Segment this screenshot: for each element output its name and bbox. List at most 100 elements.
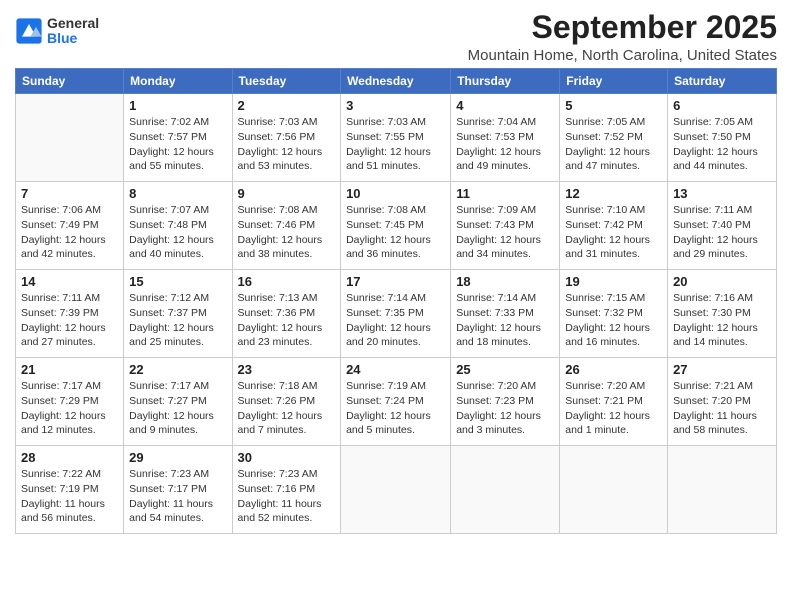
calendar-cell: 22 Sunrise: 7:17 AMSunset: 7:27 PMDayligh… [124,358,232,446]
calendar-cell: 12Sunrise: 7:10 AMSunset: 7:42 PMDayligh… [560,182,668,270]
day-info: Sunrise: 7:11 AMSunset: 7:40 PMDaylight:… [673,203,771,262]
calendar-cell: 23 Sunrise: 7:18 AMSunset: 7:26 PMDayligh… [232,358,341,446]
calendar-cell: 8 Sunrise: 7:07 AMSunset: 7:48 PMDaylight… [124,182,232,270]
calendar-cell: 1Sunrise: 7:02 AMSunset: 7:57 PMDaylight… [124,94,232,182]
calendar-cell: 13 Sunrise: 7:11 AMSunset: 7:40 PMDayligh… [668,182,777,270]
logo-blue-text: Blue [47,31,99,46]
calendar-week-row: 7 Sunrise: 7:06 AMSunset: 7:49 PMDaylight… [16,182,777,270]
calendar-cell [451,446,560,534]
weekday-header-tuesday: Tuesday [232,69,341,94]
day-info: Sunrise: 7:17 AMSunset: 7:29 PMDaylight:… [21,379,118,438]
day-info: Sunrise: 7:12 AMSunset: 7:37 PMDaylight:… [129,291,226,350]
calendar-cell: 14 Sunrise: 7:11 AMSunset: 7:39 PMDayligh… [16,270,124,358]
day-number: 18 [456,274,554,289]
day-info: Sunrise: 7:06 AMSunset: 7:49 PMDaylight:… [21,203,118,262]
day-info: Sunrise: 7:23 AMSunset: 7:17 PMDaylight:… [129,467,226,526]
day-info: Sunrise: 7:04 AMSunset: 7:53 PMDaylight:… [456,115,554,174]
calendar-cell: 7 Sunrise: 7:06 AMSunset: 7:49 PMDaylight… [16,182,124,270]
calendar-cell [560,446,668,534]
day-number: 9 [238,186,336,201]
calendar-cell: 29 Sunrise: 7:23 AMSunset: 7:17 PMDayligh… [124,446,232,534]
calendar-cell: 20 Sunrise: 7:16 AMSunset: 7:30 PMDayligh… [668,270,777,358]
day-info: Sunrise: 7:03 AMSunset: 7:56 PMDaylight:… [238,115,336,174]
weekday-header-monday: Monday [124,69,232,94]
day-number: 24 [346,362,445,377]
day-info: Sunrise: 7:15 AMSunset: 7:32 PMDaylight:… [565,291,662,350]
day-number: 2 [238,98,336,113]
day-info: Sunrise: 7:20 AMSunset: 7:23 PMDaylight:… [456,379,554,438]
calendar-cell: 15 Sunrise: 7:12 AMSunset: 7:37 PMDayligh… [124,270,232,358]
day-info: Sunrise: 7:17 AMSunset: 7:27 PMDaylight:… [129,379,226,438]
day-number: 14 [21,274,118,289]
weekday-header-saturday: Saturday [668,69,777,94]
calendar-cell [668,446,777,534]
day-number: 23 [238,362,336,377]
day-number: 19 [565,274,662,289]
day-info: Sunrise: 7:14 AMSunset: 7:33 PMDaylight:… [456,291,554,350]
calendar-cell: 30 Sunrise: 7:23 AMSunset: 7:16 PMDayligh… [232,446,341,534]
day-number: 21 [21,362,118,377]
calendar-cell: 10 Sunrise: 7:08 AMSunset: 7:45 PMDayligh… [341,182,451,270]
day-info: Sunrise: 7:03 AMSunset: 7:55 PMDaylight:… [346,115,445,174]
logo-text: General Blue [47,16,99,47]
calendar-cell: 3 Sunrise: 7:03 AMSunset: 7:55 PMDaylight… [341,94,451,182]
day-info: Sunrise: 7:14 AMSunset: 7:35 PMDaylight:… [346,291,445,350]
day-number: 10 [346,186,445,201]
day-info: Sunrise: 7:05 AMSunset: 7:50 PMDaylight:… [673,115,771,174]
day-info: Sunrise: 7:08 AMSunset: 7:46 PMDaylight:… [238,203,336,262]
day-number: 1 [129,98,226,113]
day-number: 6 [673,98,771,113]
day-info: Sunrise: 7:18 AMSunset: 7:26 PMDaylight:… [238,379,336,438]
calendar-cell [341,446,451,534]
day-info: Sunrise: 7:07 AMSunset: 7:48 PMDaylight:… [129,203,226,262]
calendar-cell: 21 Sunrise: 7:17 AMSunset: 7:29 PMDayligh… [16,358,124,446]
calendar-cell: 16 Sunrise: 7:13 AMSunset: 7:36 PMDayligh… [232,270,341,358]
weekday-header-row: SundayMondayTuesdayWednesdayThursdayFrid… [16,69,777,94]
calendar-body: 1Sunrise: 7:02 AMSunset: 7:57 PMDaylight… [16,94,777,534]
calendar-cell: 27 Sunrise: 7:21 AMSunset: 7:20 PMDayligh… [668,358,777,446]
calendar-cell: 9 Sunrise: 7:08 AMSunset: 7:46 PMDaylight… [232,182,341,270]
day-info: Sunrise: 7:05 AMSunset: 7:52 PMDaylight:… [565,115,662,174]
day-number: 11 [456,186,554,201]
day-info: Sunrise: 7:19 AMSunset: 7:24 PMDaylight:… [346,379,445,438]
day-number: 7 [21,186,118,201]
weekday-header-sunday: Sunday [16,69,124,94]
day-number: 16 [238,274,336,289]
calendar-cell: 2 Sunrise: 7:03 AMSunset: 7:56 PMDaylight… [232,94,341,182]
calendar: SundayMondayTuesdayWednesdayThursdayFrid… [15,68,777,534]
calendar-cell: 5Sunrise: 7:05 AMSunset: 7:52 PMDaylight… [560,94,668,182]
weekday-header-friday: Friday [560,69,668,94]
day-number: 27 [673,362,771,377]
day-number: 13 [673,186,771,201]
day-number: 26 [565,362,662,377]
day-number: 20 [673,274,771,289]
day-number: 25 [456,362,554,377]
weekday-header-wednesday: Wednesday [341,69,451,94]
calendar-cell [16,94,124,182]
day-number: 28 [21,450,118,465]
day-number: 30 [238,450,336,465]
calendar-cell: 11Sunrise: 7:09 AMSunset: 7:43 PMDayligh… [451,182,560,270]
logo: General Blue [15,16,99,47]
day-info: Sunrise: 7:13 AMSunset: 7:36 PMDaylight:… [238,291,336,350]
day-info: Sunrise: 7:21 AMSunset: 7:20 PMDaylight:… [673,379,771,438]
day-number: 22 [129,362,226,377]
day-number: 29 [129,450,226,465]
day-number: 3 [346,98,445,113]
day-info: Sunrise: 7:08 AMSunset: 7:45 PMDaylight:… [346,203,445,262]
title-block: September 2025 Mountain Home, North Caro… [468,10,777,64]
header: General Blue September 2025 Mountain Hom… [15,10,777,64]
calendar-week-row: 21 Sunrise: 7:17 AMSunset: 7:29 PMDayligh… [16,358,777,446]
calendar-cell: 28 Sunrise: 7:22 AMSunset: 7:19 PMDayligh… [16,446,124,534]
day-info: Sunrise: 7:23 AMSunset: 7:16 PMDaylight:… [238,467,336,526]
day-info: Sunrise: 7:16 AMSunset: 7:30 PMDaylight:… [673,291,771,350]
day-info: Sunrise: 7:22 AMSunset: 7:19 PMDaylight:… [21,467,118,526]
day-info: Sunrise: 7:11 AMSunset: 7:39 PMDaylight:… [21,291,118,350]
day-number: 17 [346,274,445,289]
day-number: 15 [129,274,226,289]
calendar-header: SundayMondayTuesdayWednesdayThursdayFrid… [16,69,777,94]
calendar-cell: 17 Sunrise: 7:14 AMSunset: 7:35 PMDayligh… [341,270,451,358]
day-info: Sunrise: 7:10 AMSunset: 7:42 PMDaylight:… [565,203,662,262]
calendar-week-row: 28 Sunrise: 7:22 AMSunset: 7:19 PMDayligh… [16,446,777,534]
day-number: 8 [129,186,226,201]
